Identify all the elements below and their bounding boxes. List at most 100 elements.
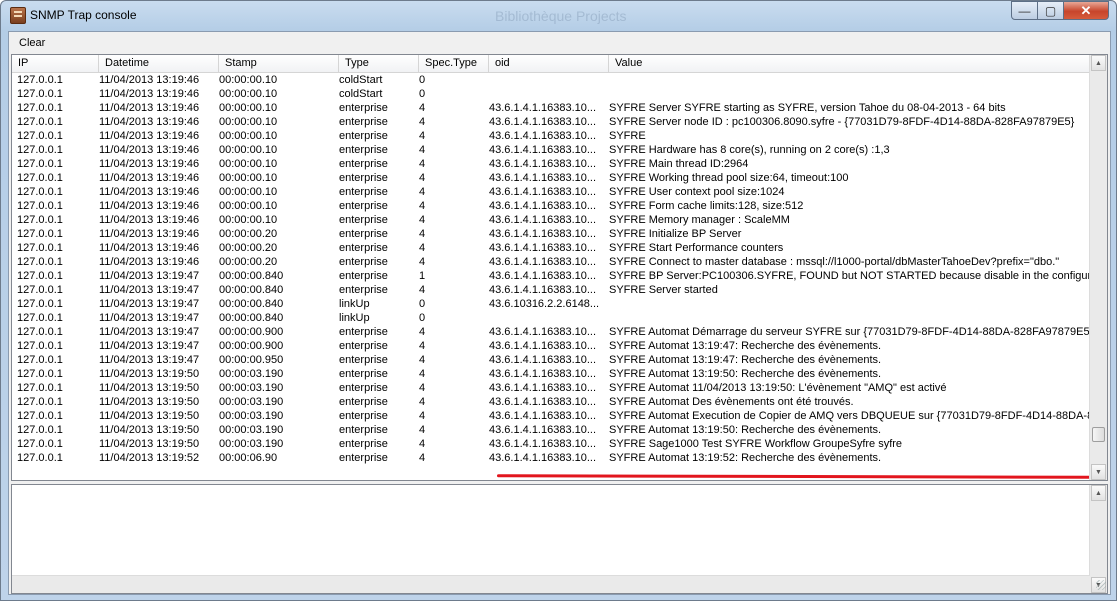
table-row[interactable]: 127.0.0.1 11/04/2013 13:19:46 00:00:00.10 e… (12, 199, 1092, 213)
cell-ip: 127.0.0.1 (17, 200, 63, 212)
table-row[interactable]: 127.0.0.1 11/04/2013 13:19:46 00:00:00.10 e… (12, 115, 1092, 129)
cell-value: SYFRE Sage1000 Test SYFRE Workflow Group… (609, 438, 903, 450)
table-row[interactable]: 127.0.0.1 11/04/2013 13:19:46 00:00:00.10 e… (12, 213, 1092, 227)
cell-ip: 127.0.0.1 (17, 144, 63, 156)
table-row[interactable]: 127.0.0.1 11/04/2013 13:19:46 00:00:00.20 e… (12, 255, 1092, 269)
trap-list[interactable]: IP Datetime Stamp Type Spec.Type oid Val… (11, 54, 1108, 481)
cell-value: SYFRE User context pool size:1024 (609, 186, 785, 198)
table-row[interactable]: 127.0.0.1 11/04/2013 13:19:46 00:00:00.20 e… (12, 241, 1092, 255)
table-row[interactable]: 127.0.0.1 11/04/2013 13:19:47 00:00:00.900… (12, 325, 1092, 339)
cell-ip: 127.0.0.1 (17, 452, 63, 464)
cell-oid: 43.6.1.4.1.16383.10... (489, 382, 597, 394)
cell-type: enterprise (339, 354, 388, 366)
cell-oid: 43.6.1.4.1.16383.10... (489, 326, 597, 338)
cell-oid: 43.6.1.4.1.16383.10... (489, 214, 597, 226)
cell-stamp: 00:00:00.10 (219, 172, 278, 184)
table-row[interactable]: 127.0.0.1 11/04/2013 13:19:50 00:00:03.190… (12, 381, 1092, 395)
cell-value: SYFRE Connect to master database : mssql… (609, 256, 1060, 268)
cell-type: enterprise (339, 326, 388, 338)
cell-ip: 127.0.0.1 (17, 410, 63, 422)
cell-ip: 127.0.0.1 (17, 158, 63, 170)
cell-type: enterprise (339, 396, 388, 408)
cell-value: SYFRE Working thread pool size:64, timeo… (609, 172, 849, 184)
table-row[interactable]: 127.0.0.1 11/04/2013 13:19:50 00:00:03.190… (12, 367, 1092, 381)
list-vertical-scrollbar[interactable]: ▲ ▼ (1089, 55, 1107, 480)
table-row[interactable]: 127.0.0.1 11/04/2013 13:19:50 00:00:03.190… (12, 409, 1092, 423)
column-header-oid[interactable]: oid (489, 55, 609, 72)
column-header-value[interactable]: Value (609, 55, 1092, 72)
column-header-datetime[interactable]: Datetime (99, 55, 219, 72)
detail-horizontal-scrollbar[interactable] (12, 575, 1090, 593)
cell-spec-type: 4 (419, 452, 426, 464)
cell-stamp: 00:00:00.840 (219, 312, 284, 324)
table-row[interactable]: 127.0.0.1 11/04/2013 13:19:50 00:00:03.190… (12, 437, 1092, 451)
cell-oid: 43.6.1.4.1.16383.10... (489, 228, 597, 240)
detail-text-area[interactable]: ▲ ▼ (11, 484, 1108, 594)
clear-menu-item[interactable]: Clear (19, 37, 45, 49)
cell-value: SYFRE (609, 130, 646, 142)
table-row[interactable]: 127.0.0.1 11/04/2013 13:19:46 00:00:00.10 e… (12, 143, 1092, 157)
table-row[interactable]: 127.0.0.1 11/04/2013 13:19:47 00:00:00.950… (12, 353, 1092, 367)
cell-type: enterprise (339, 242, 388, 254)
cell-datetime: 11/04/2013 13:19:46 (99, 74, 200, 86)
cell-ip: 127.0.0.1 (17, 298, 63, 310)
table-row[interactable]: 127.0.0.1 11/04/2013 13:19:47 00:00:00.840… (12, 311, 1092, 325)
scroll-up-arrow-icon[interactable]: ▲ (1091, 55, 1106, 71)
close-button[interactable]: ✕ (1063, 1, 1109, 20)
column-header-type[interactable]: Type (339, 55, 419, 72)
cell-stamp: 00:00:00.840 (219, 298, 284, 310)
cell-spec-type: 4 (419, 172, 426, 184)
cell-stamp: 00:00:00.900 (219, 340, 284, 352)
cell-ip: 127.0.0.1 (17, 74, 63, 86)
cell-oid: 43.6.1.4.1.16383.10... (489, 130, 597, 142)
table-row[interactable]: 127.0.0.1 11/04/2013 13:19:46 00:00:00.10 e… (12, 185, 1092, 199)
scroll-thumb[interactable] (1092, 427, 1105, 442)
table-row[interactable]: 127.0.0.1 11/04/2013 13:19:47 00:00:00.900… (12, 339, 1092, 353)
resize-grip-icon[interactable] (1096, 580, 1106, 590)
table-row[interactable]: 127.0.0.1 11/04/2013 13:19:46 00:00:00.10 e… (12, 129, 1092, 143)
cell-value: SYFRE Start Performance counters (609, 242, 784, 254)
table-row[interactable]: 127.0.0.1 11/04/2013 13:19:47 00:00:00.840… (12, 269, 1092, 283)
cell-datetime: 11/04/2013 13:19:46 (99, 172, 200, 184)
cell-stamp: 00:00:00.10 (219, 158, 278, 170)
cell-value: SYFRE Main thread ID:2964 (609, 158, 749, 170)
table-row[interactable]: 127.0.0.1 11/04/2013 13:19:47 00:00:00.840… (12, 283, 1092, 297)
column-header-stamp[interactable]: Stamp (219, 55, 339, 72)
cell-ip: 127.0.0.1 (17, 382, 63, 394)
cell-stamp: 00:00:00.10 (219, 200, 278, 212)
maximize-button[interactable]: ▢ (1037, 1, 1064, 20)
minimize-button[interactable]: — (1011, 1, 1038, 20)
cell-spec-type: 0 (419, 88, 426, 100)
scroll-down-arrow-icon[interactable]: ▼ (1091, 464, 1106, 480)
cell-type: enterprise (339, 284, 388, 296)
table-row[interactable]: 127.0.0.1 11/04/2013 13:19:46 00:00:00.20 e… (12, 227, 1092, 241)
cell-spec-type: 4 (419, 242, 426, 254)
table-row[interactable]: 127.0.0.1 11/04/2013 13:19:50 00:00:03.190… (12, 423, 1092, 437)
table-row[interactable]: 127.0.0.1 11/04/2013 13:19:47 00:00:00.840… (12, 297, 1092, 311)
table-row[interactable]: 127.0.0.1 11/04/2013 13:19:46 00:00:00.10 e… (12, 171, 1092, 185)
cell-datetime: 11/04/2013 13:19:46 (99, 228, 200, 240)
column-header-ip[interactable]: IP (12, 55, 99, 72)
cell-ip: 127.0.0.1 (17, 186, 63, 198)
cell-oid: 43.6.1.4.1.16383.10... (489, 172, 597, 184)
cell-stamp: 00:00:06.90 (219, 452, 278, 464)
cell-type: enterprise (339, 214, 388, 226)
column-header-spec-type[interactable]: Spec.Type (419, 55, 489, 72)
cell-spec-type: 4 (419, 340, 426, 352)
cell-spec-type: 4 (419, 214, 426, 226)
table-row[interactable]: 127.0.0.1 11/04/2013 13:19:46 00:00:00.10 c… (12, 73, 1092, 87)
table-row[interactable]: 127.0.0.1 11/04/2013 13:19:52 00:00:06.90 e… (12, 451, 1092, 465)
detail-scroll-up-arrow-icon[interactable]: ▲ (1091, 485, 1106, 501)
cell-stamp: 00:00:03.190 (219, 396, 284, 408)
detail-vertical-scrollbar[interactable]: ▲ ▼ (1089, 485, 1107, 593)
cell-datetime: 11/04/2013 13:19:47 (99, 312, 200, 324)
title-bar[interactable]: SNMP Trap console Bibliothèque Projects … (1, 1, 1116, 31)
cell-oid: 43.6.1.4.1.16383.10... (489, 354, 597, 366)
table-row[interactable]: 127.0.0.1 11/04/2013 13:19:46 00:00:00.10 e… (12, 157, 1092, 171)
cell-value: SYFRE Server SYFRE starting as SYFRE, ve… (609, 102, 1006, 114)
table-row[interactable]: 127.0.0.1 11/04/2013 13:19:46 00:00:00.10 e… (12, 101, 1092, 115)
snmp-trap-window: SNMP Trap console Bibliothèque Projects … (0, 0, 1117, 601)
cell-spec-type: 4 (419, 186, 426, 198)
table-row[interactable]: 127.0.0.1 11/04/2013 13:19:50 00:00:03.190… (12, 395, 1092, 409)
table-row[interactable]: 127.0.0.1 11/04/2013 13:19:46 00:00:00.10 c… (12, 87, 1092, 101)
